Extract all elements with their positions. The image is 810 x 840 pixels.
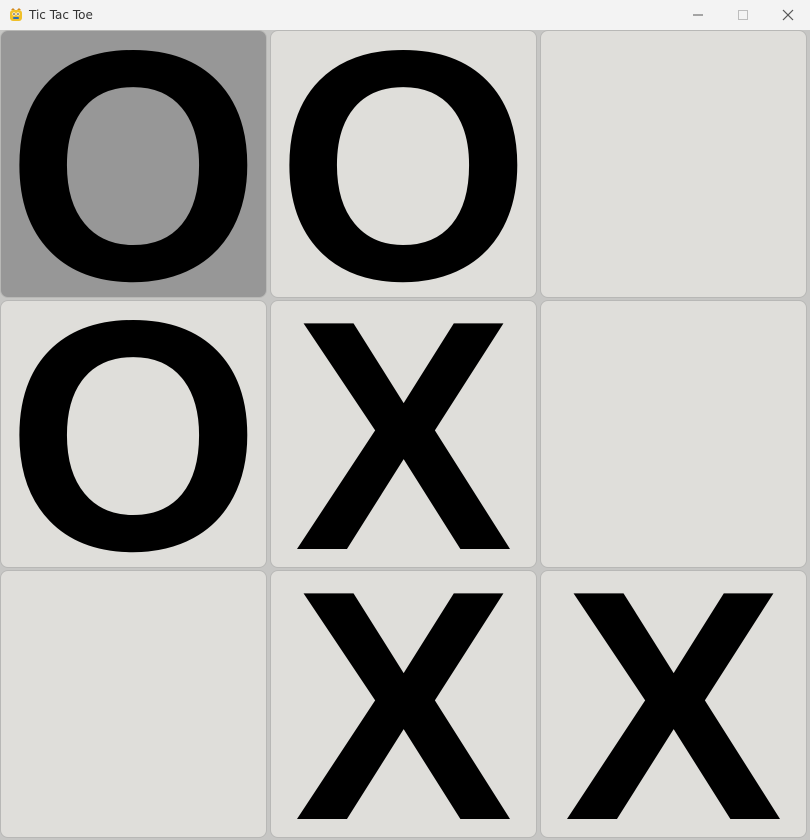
game-window: Tic Tac Toe O O O X X X — [0, 0, 810, 840]
cell-mark: X — [564, 522, 783, 840]
minimize-icon — [692, 14, 703, 16]
close-icon — [782, 9, 793, 21]
close-button[interactable] — [765, 0, 810, 30]
board-cell-3[interactable] — [540, 30, 807, 298]
cell-mark: X — [294, 522, 513, 840]
minimize-button[interactable] — [675, 0, 720, 30]
board-cell-7[interactable] — [0, 570, 267, 838]
maximize-button[interactable] — [720, 0, 765, 30]
board-cell-8[interactable]: X — [270, 542, 537, 840]
cell-mark: O — [5, 252, 262, 619]
board-cell-4[interactable]: O — [0, 272, 267, 600]
game-board: O O O X X X — [0, 2, 810, 840]
board-cell-9[interactable]: X — [540, 542, 807, 840]
maximize-icon — [737, 10, 748, 20]
window-controls — [675, 0, 810, 30]
